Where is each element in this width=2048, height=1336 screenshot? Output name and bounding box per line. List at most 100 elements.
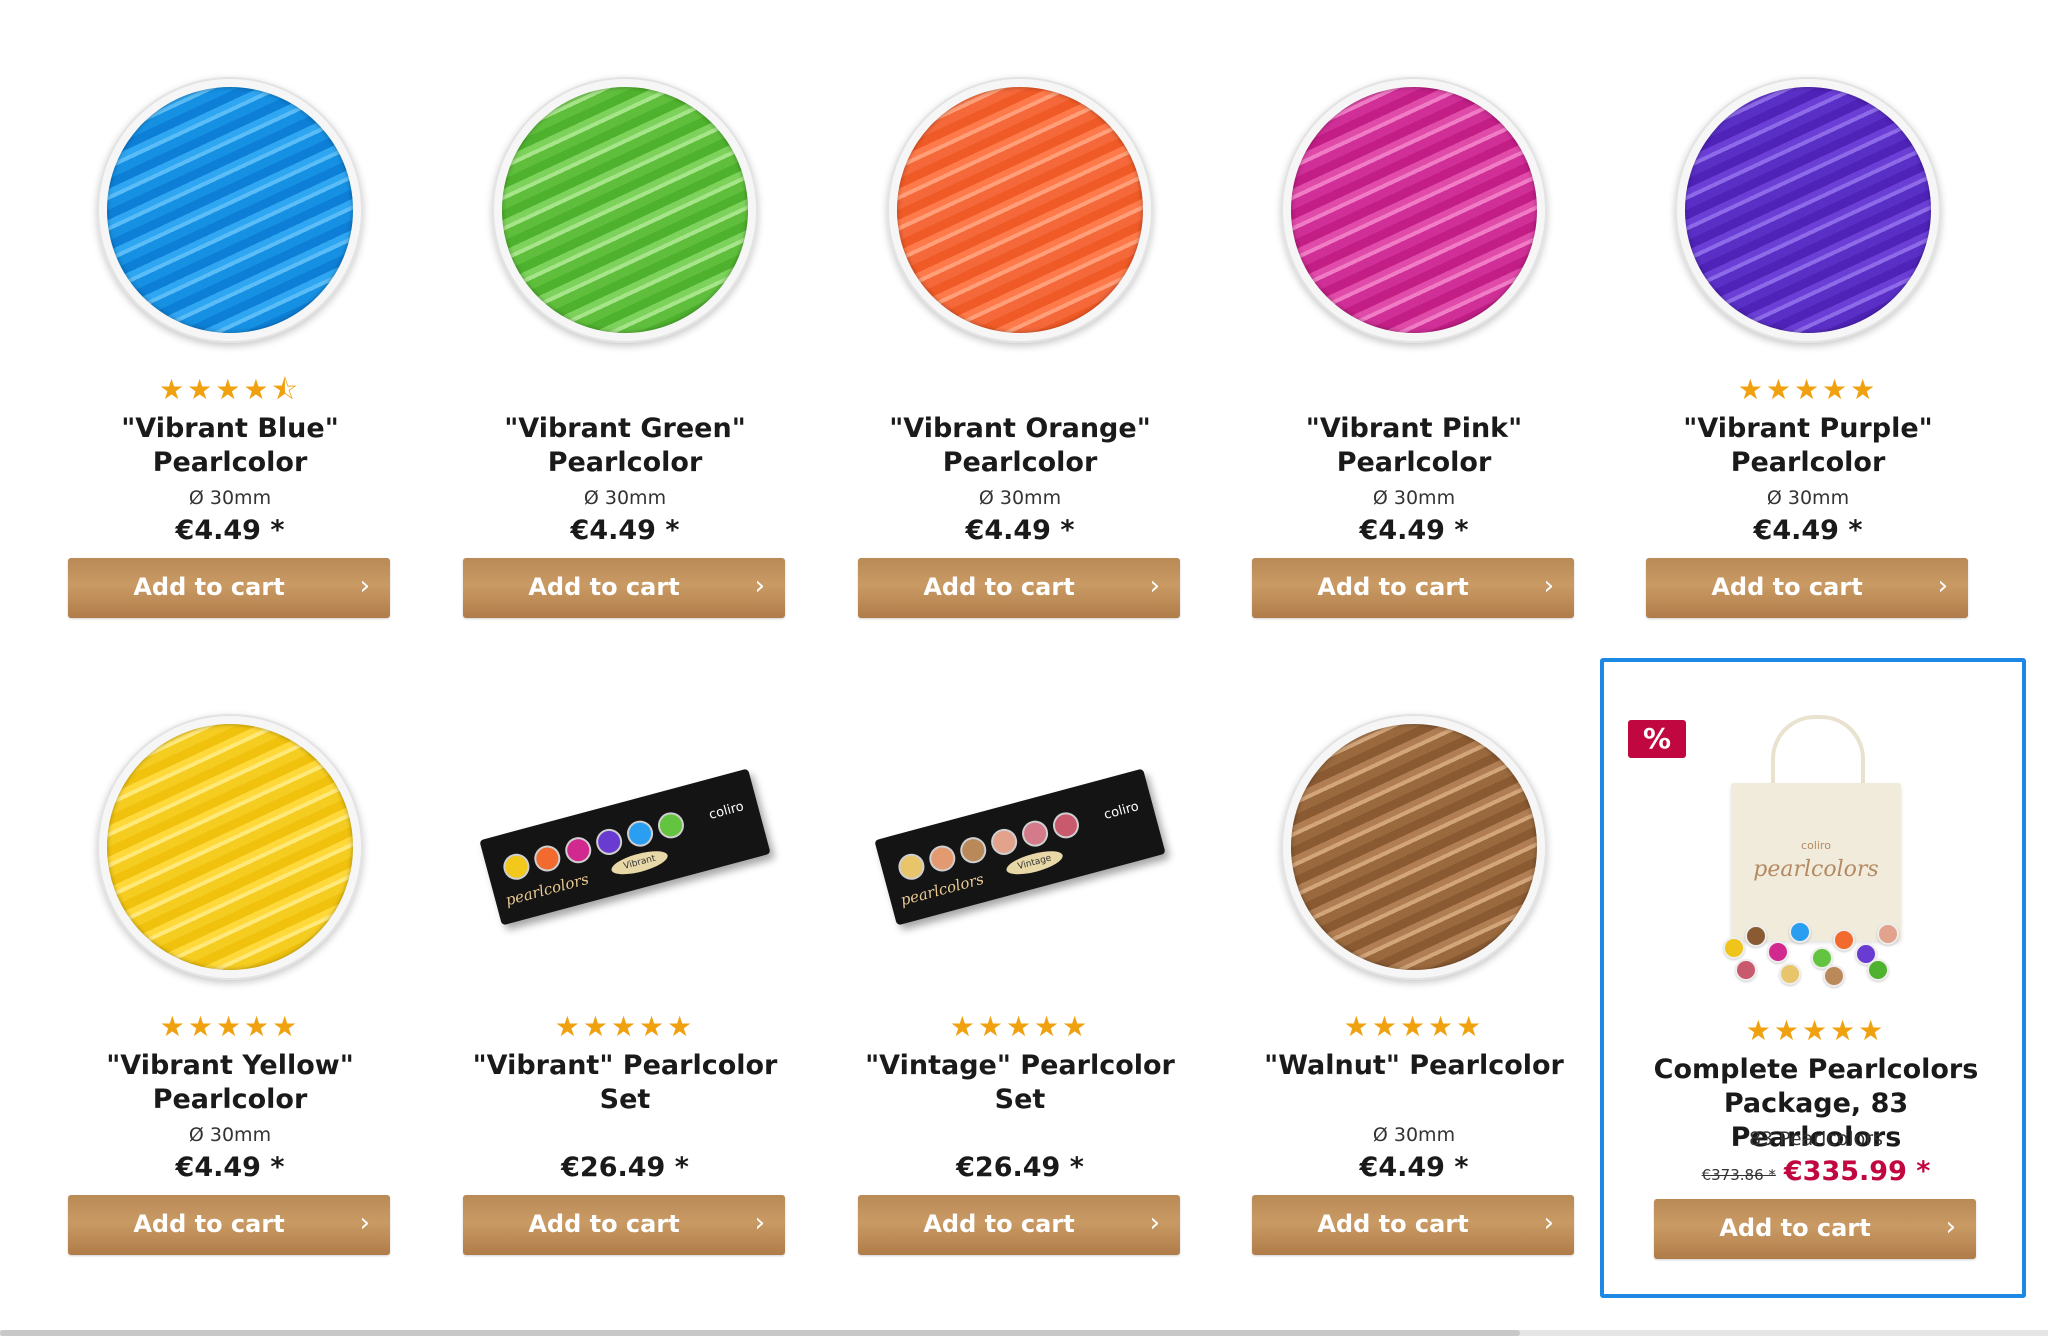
chevron-right-icon: › (754, 1208, 765, 1238)
button-label: Add to cart (528, 1210, 680, 1238)
product-image[interactable] (66, 707, 394, 987)
product-description: 83 Pearlcolors (1748, 1128, 1884, 1150)
product-price: €4.49 * (175, 515, 285, 546)
rating-stars (461, 375, 789, 405)
sale-price: €335.99 * (1783, 1156, 1931, 1187)
paint-pan-image (97, 714, 363, 980)
paint-pan-image (1281, 714, 1547, 980)
add-to-cart-button[interactable]: Add to cart › (1252, 1195, 1574, 1255)
button-label: Add to cart (923, 1210, 1075, 1238)
chevron-right-icon: › (1543, 1208, 1554, 1238)
button-label: Add to cart (1711, 573, 1863, 601)
chevron-right-icon: › (1149, 571, 1160, 601)
product-card[interactable]: ★★★★★ "Vibrant Yellow" Pearlcolor Ø 30mm… (66, 637, 394, 1269)
product-image[interactable] (461, 70, 789, 350)
product-title[interactable]: "Vibrant Blue" Pearlcolor (66, 412, 394, 480)
add-to-cart-button[interactable]: Add to cart › (1252, 558, 1574, 618)
chevron-right-icon: › (1149, 1208, 1160, 1238)
product-price: €26.49 * (956, 1152, 1084, 1183)
product-card[interactable]: ★★★★★ "Vibrant Purple" Pearlcolor Ø 30mm… (1644, 0, 1972, 632)
button-label: Add to cart (133, 1210, 285, 1238)
add-to-cart-button[interactable]: Add to cart › (1646, 558, 1968, 618)
product-description: Ø 30mm (978, 487, 1062, 509)
rating-stars (856, 375, 1184, 405)
button-label: Add to cart (528, 573, 680, 601)
button-label: Add to cart (923, 573, 1075, 601)
button-label: Add to cart (1719, 1214, 1871, 1242)
rating-stars (1250, 375, 1578, 405)
product-price: €4.49 * (1753, 515, 1863, 546)
rating-stars: ★★★★★ (159, 1010, 301, 1043)
product-card-highlighted[interactable]: coliro pearlcolors ★★★★★ Complete Pearlc… (1600, 658, 2026, 1298)
product-title[interactable]: "Walnut" Pearlcolor (1250, 1049, 1578, 1083)
product-price: €4.49 * (1359, 1152, 1469, 1183)
chevron-right-icon: › (1945, 1212, 1956, 1242)
product-image[interactable] (1250, 707, 1578, 987)
paint-pan-image (887, 77, 1153, 343)
add-to-cart-button[interactable]: Add to cart › (463, 558, 785, 618)
product-card[interactable]: ★★★★★ "Walnut" Pearlcolor Ø 30mm €4.49 *… (1250, 637, 1578, 1269)
product-title[interactable]: "Vintage" Pearlcolor Set (856, 1049, 1184, 1117)
product-title[interactable]: "Vibrant Green" Pearlcolor (461, 412, 789, 480)
add-to-cart-button[interactable]: Add to cart › (858, 1195, 1180, 1255)
set-brand-logo: coliro (1102, 799, 1141, 823)
rating-stars: ★★★★★ (1737, 373, 1879, 406)
product-title[interactable]: "Vibrant" Pearlcolor Set (461, 1049, 789, 1117)
product-price: €4.49 * (570, 515, 680, 546)
paint-pan-image (492, 77, 758, 343)
product-card[interactable]: coliro pearlcolors Vintage ★★★★★ "Vintag… (856, 637, 1184, 1269)
add-to-cart-button[interactable]: Add to cart › (68, 1195, 390, 1255)
product-image[interactable]: coliro pearlcolors Vintage (856, 707, 1184, 987)
bag-script-logo: pearlcolors (1753, 857, 1879, 882)
product-card[interactable]: "Vibrant Pink" Pearlcolor Ø 30mm €4.49 *… (1250, 0, 1578, 632)
product-price: €4.49 * (1359, 515, 1469, 546)
product-title[interactable]: "Vibrant Yellow" Pearlcolor (66, 1049, 394, 1117)
paint-pan-image (1281, 77, 1547, 343)
rating-stars: ★★★★★ (949, 1010, 1091, 1043)
product-description: Ø 30mm (583, 487, 667, 509)
set-label: Vibrant (609, 846, 670, 879)
product-image[interactable] (1644, 70, 1972, 350)
product-price: €373.86 * €335.99 * (1652, 1156, 1980, 1191)
product-card[interactable]: "Vibrant Orange" Pearlcolor Ø 30mm €4.49… (856, 0, 1184, 632)
add-to-cart-button[interactable]: Add to cart › (68, 558, 390, 618)
paint-pan-image (1675, 77, 1941, 343)
product-description: Ø 30mm (188, 487, 272, 509)
rating-stars: ★★★★★ (1343, 1010, 1485, 1043)
product-card[interactable]: ★★★★⯪ "Vibrant Blue" Pearlcolor Ø 30mm €… (66, 0, 394, 632)
rating-stars: ★★★★⯪ (66, 375, 394, 405)
product-image[interactable] (66, 70, 394, 350)
star-icon: ★★★★ (159, 373, 272, 406)
original-price: €373.86 * (1701, 1166, 1776, 1184)
product-image[interactable]: coliro pearlcolors (1652, 711, 1980, 991)
product-description: Ø 30mm (1372, 487, 1456, 509)
product-image[interactable] (1250, 70, 1578, 350)
pearlcolor-set-image: coliro pearlcolors Vibrant (479, 768, 771, 926)
add-to-cart-button[interactable]: Add to cart › (463, 1195, 785, 1255)
horizontal-scrollbar[interactable] (0, 1330, 2048, 1336)
product-title[interactable]: "Vibrant Purple" Pearlcolor (1644, 412, 1972, 480)
chevron-right-icon: › (754, 571, 765, 601)
paint-pan-image (97, 77, 363, 343)
add-to-cart-button[interactable]: Add to cart › (1654, 1199, 1976, 1259)
product-description: Ø 30mm (1766, 487, 1850, 509)
product-card[interactable]: coliro pearlcolors Vibrant ★★★★★ "Vibran… (461, 637, 789, 1269)
bag-brand-logo: coliro (1801, 839, 1831, 852)
add-to-cart-button[interactable]: Add to cart › (858, 558, 1180, 618)
scrollbar-thumb[interactable] (0, 1330, 1520, 1336)
product-card[interactable]: "Vibrant Green" Pearlcolor Ø 30mm €4.49 … (461, 0, 789, 632)
set-brand-logo: coliro (707, 799, 746, 823)
tote-bag-image: coliro pearlcolors (1711, 711, 1921, 991)
set-label: Vintage (1004, 846, 1065, 879)
product-price: €4.49 * (175, 1152, 285, 1183)
rating-stars: ★★★★★ (554, 1010, 696, 1043)
half-star-icon: ⯪ (271, 373, 301, 406)
product-title[interactable]: "Vibrant Orange" Pearlcolor (856, 412, 1184, 480)
rating-stars: ★★★★★ (1745, 1014, 1887, 1047)
product-title[interactable]: "Vibrant Pink" Pearlcolor (1250, 412, 1578, 480)
product-image[interactable] (856, 70, 1184, 350)
chevron-right-icon: › (1543, 571, 1554, 601)
button-label: Add to cart (133, 573, 285, 601)
product-image[interactable]: coliro pearlcolors Vibrant (461, 707, 789, 987)
product-description: Ø 30mm (1372, 1124, 1456, 1146)
